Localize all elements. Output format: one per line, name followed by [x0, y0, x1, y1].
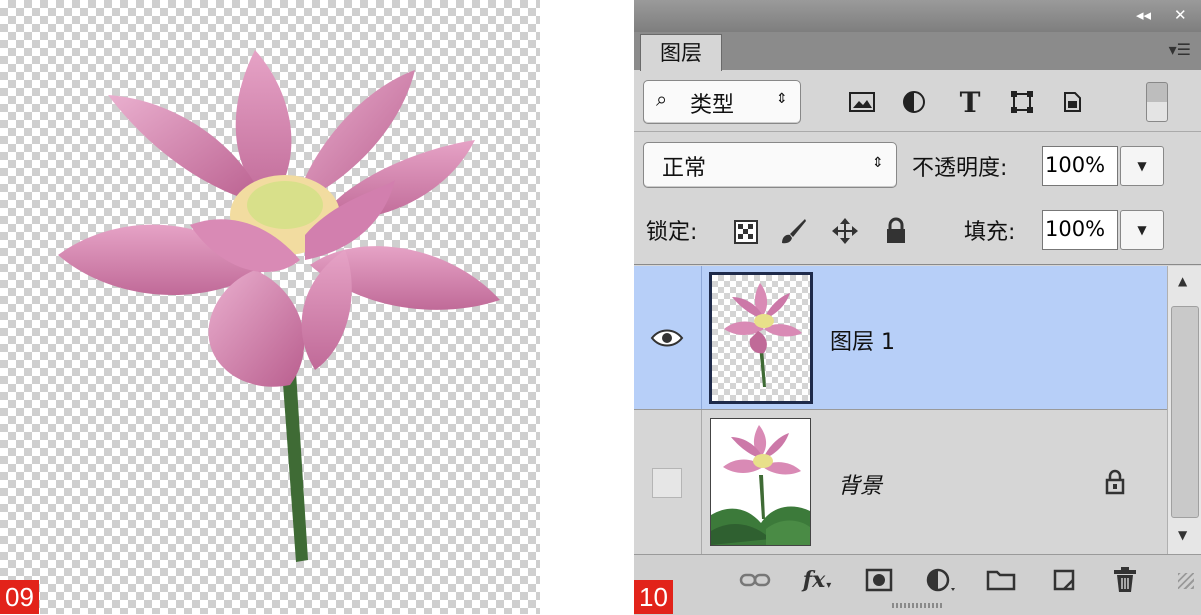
visibility-toggle-empty[interactable] — [652, 468, 682, 498]
layer-lock-icon — [1104, 468, 1126, 496]
new-layer-icon[interactable] — [1048, 565, 1082, 595]
fill-label: 填充: — [964, 220, 1016, 245]
fx-icon-label: fx — [802, 567, 826, 593]
opacity-dropdown-button[interactable]: ▼ — [1120, 146, 1164, 186]
close-icon[interactable]: ✕ — [1174, 6, 1187, 24]
panel-drag-handle[interactable] — [892, 603, 942, 608]
divider — [701, 266, 702, 409]
fill-dropdown-button[interactable]: ▼ — [1120, 210, 1164, 250]
panel-tab-row: 图层 ▾☰ — [634, 32, 1201, 71]
adjustment-filter-icon[interactable] — [896, 84, 932, 120]
figure-label-10: 10 — [634, 580, 673, 614]
updown-arrow-icon: ⇕ — [776, 91, 788, 107]
filter-type-label: 类型 — [690, 93, 735, 118]
layer-name[interactable]: 图层 1 — [830, 324, 895, 356]
updown-arrow-icon: ⇕ — [872, 155, 884, 171]
panel-title-bar: ◂◂ ✕ — [634, 0, 1201, 32]
blend-mode-value: 正常 — [662, 156, 707, 181]
search-icon: ⌕ — [656, 87, 668, 111]
scroll-down-icon[interactable]: ▼ — [1178, 528, 1187, 542]
delete-layer-icon[interactable] — [1108, 565, 1142, 595]
lock-label: 锁定: — [646, 220, 698, 245]
scroll-up-icon[interactable]: ▲ — [1178, 274, 1187, 288]
layer-name[interactable]: 背景 — [838, 468, 882, 500]
layer-row-layer1[interactable]: 图层 1 — [634, 266, 1167, 409]
layer-row-background[interactable]: 背景 — [634, 410, 1167, 554]
add-mask-icon[interactable] — [862, 565, 896, 595]
shape-filter-icon[interactable] — [1004, 84, 1040, 120]
panel-menu-icon[interactable]: ▾☰ — [1169, 40, 1191, 59]
lotus-thumbnail-image — [724, 283, 802, 387]
lock-image-pixels-icon[interactable] — [778, 216, 808, 246]
link-layers-icon[interactable] — [738, 565, 772, 595]
transparent-canvas: 09 — [0, 0, 540, 614]
fx-icon[interactable]: fx ▾ — [800, 565, 834, 595]
resize-grip-icon[interactable] — [1178, 573, 1194, 589]
chevron-down-icon: ▾ — [826, 579, 832, 591]
adjustment-layer-icon[interactable] — [924, 565, 958, 595]
layers-bottom-toolbar: fx ▾ — [634, 554, 1201, 615]
lock-all-icon[interactable] — [884, 216, 908, 246]
type-filter-icon[interactable]: T — [952, 84, 988, 120]
blend-mode-dropdown[interactable]: 正常 ⇕ — [643, 142, 897, 188]
eye-icon[interactable] — [650, 328, 684, 348]
collapse-panel-icon[interactable]: ◂◂ — [1136, 6, 1151, 24]
filter-toggle-icon[interactable] — [1146, 82, 1168, 122]
fill-input[interactable]: 100% — [1042, 210, 1118, 250]
divider — [634, 131, 1201, 132]
layers-panel: ◂◂ ✕ 图层 ▾☰ ⌕ 类型 ⇕ T 正常 ⇕ 不透明度: 100% ▼ 锁定… — [634, 0, 1201, 615]
layer-thumbnail — [710, 418, 811, 546]
lock-position-icon[interactable] — [830, 216, 860, 246]
chevron-down-icon: ▼ — [1137, 159, 1147, 173]
scrollbar-thumb[interactable] — [1171, 306, 1199, 518]
lotus-flower-image — [58, 50, 500, 562]
opacity-input[interactable]: 100% — [1042, 146, 1118, 186]
smart-object-filter-icon[interactable] — [1054, 84, 1090, 120]
divider — [701, 410, 702, 554]
tab-layers[interactable]: 图层 — [640, 34, 722, 71]
layers-scrollbar[interactable]: ▲ ▼ — [1167, 266, 1201, 554]
filter-type-dropdown[interactable]: ⌕ 类型 ⇕ — [643, 80, 801, 124]
divider — [634, 264, 1201, 265]
lotus-with-leaves-thumbnail-image — [711, 425, 810, 545]
opacity-label: 不透明度: — [912, 156, 1008, 181]
new-group-icon[interactable] — [984, 565, 1018, 595]
image-filter-icon[interactable] — [844, 84, 880, 120]
layer-thumbnail — [709, 272, 813, 404]
chevron-down-icon: ▼ — [1137, 223, 1147, 237]
figure-label-09: 09 — [0, 580, 39, 614]
lock-transparent-pixels-icon[interactable] — [734, 220, 758, 244]
